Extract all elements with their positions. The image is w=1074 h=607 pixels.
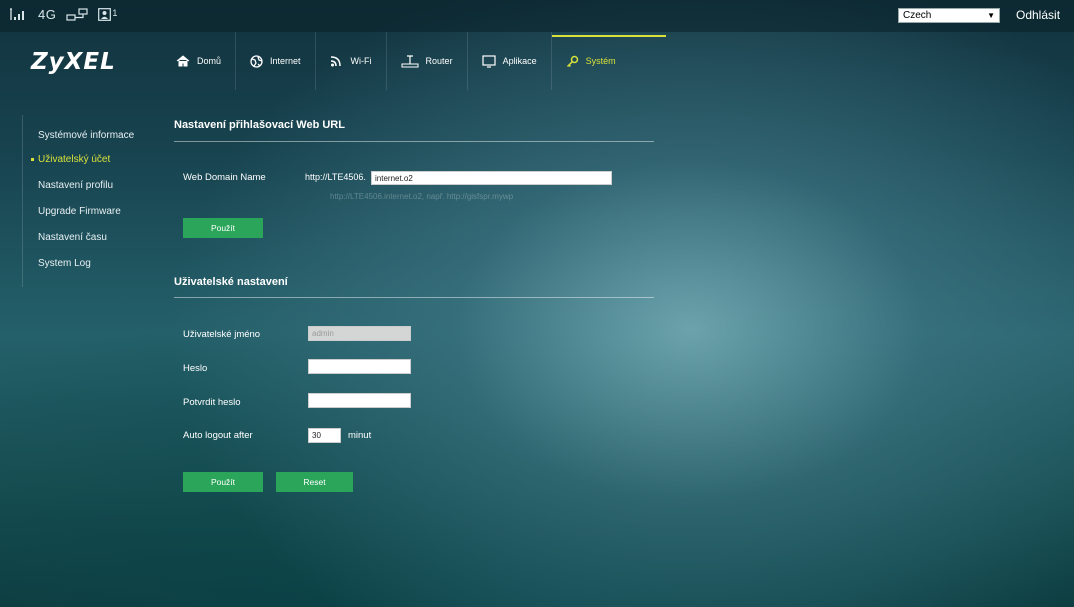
sidebar-item-label: Upgrade Firmware bbox=[38, 206, 121, 217]
web-domain-label: Web Domain Name bbox=[183, 172, 266, 183]
wifi-icon bbox=[330, 55, 344, 67]
user-settings-apply-button[interactable]: Použít bbox=[183, 472, 263, 492]
web-url-section-title: Nastavení přihlašovací Web URL bbox=[174, 119, 345, 131]
nav-internet[interactable]: Internet bbox=[236, 32, 316, 90]
web-domain-prefix: http://LTE4506. bbox=[305, 172, 366, 182]
device-user-icon bbox=[98, 8, 112, 21]
sidebar: Systémové informace Uživatelský účet Nas… bbox=[22, 115, 153, 287]
connected-devices: 1 bbox=[98, 8, 117, 21]
nav-home-label: Domů bbox=[197, 56, 222, 66]
nav-wifi[interactable]: Wi-Fi bbox=[316, 32, 387, 90]
web-domain-input[interactable] bbox=[371, 171, 612, 185]
sidebar-item-profile-settings[interactable]: Nastavení profilu bbox=[38, 180, 113, 191]
section-divider bbox=[174, 141, 654, 142]
sidebar-item-system-log[interactable]: System Log bbox=[38, 258, 91, 269]
password-field[interactable] bbox=[308, 359, 411, 374]
username-label: Uživatelské jméno bbox=[183, 329, 261, 340]
user-settings-reset-button[interactable]: Reset bbox=[276, 472, 353, 492]
nav-router-label: Router bbox=[425, 56, 453, 66]
password-label: Heslo bbox=[183, 363, 208, 374]
sidebar-item-user-account[interactable]: Uživatelský účet bbox=[31, 154, 110, 165]
main-nav: Domů Internet Wi-Fi Router Aplikace Syst… bbox=[162, 32, 666, 90]
confirm-password-field[interactable] bbox=[308, 393, 411, 408]
confirm-password-label: Potvrdit heslo bbox=[183, 397, 241, 408]
nav-internet-label: Internet bbox=[270, 56, 301, 66]
sidebar-item-label: System Log bbox=[38, 258, 91, 269]
sidebar-item-upgrade-firmware[interactable]: Upgrade Firmware bbox=[38, 206, 121, 217]
status-indicators: 4G 1 bbox=[10, 7, 117, 22]
nav-apps-label: Aplikace bbox=[502, 56, 537, 66]
network-type-label: 4G bbox=[38, 7, 57, 22]
nav-wifi-label: Wi-Fi bbox=[350, 56, 372, 66]
main-navbar: ZyXEL Domů Internet Wi-Fi Router Aplikac… bbox=[0, 32, 1074, 90]
sidebar-item-label: Uživatelský účet bbox=[38, 154, 111, 165]
active-indicator bbox=[31, 157, 34, 161]
sidebar-item-label: Nastavení profilu bbox=[38, 180, 114, 191]
language-select-value: Czech bbox=[903, 10, 932, 21]
zyxel-logo: ZyXEL bbox=[31, 49, 116, 75]
username-field bbox=[308, 326, 411, 341]
web-domain-hint: http://LTE4506.internet.o2, např. http:/… bbox=[330, 192, 514, 201]
signal-strength-icon bbox=[10, 8, 28, 21]
lan-connection-icon bbox=[66, 8, 88, 21]
nav-system[interactable]: Systém bbox=[551, 32, 666, 90]
sidebar-item-time-settings[interactable]: Nastavení času bbox=[38, 232, 107, 243]
sidebar-item-system-info[interactable]: Systémové informace bbox=[38, 130, 134, 141]
key-icon bbox=[566, 55, 579, 68]
chevron-down-icon: ▼ bbox=[987, 11, 995, 20]
web-url-apply-button[interactable]: Použít bbox=[183, 218, 263, 238]
nav-system-label: Systém bbox=[585, 56, 616, 66]
auto-logout-minutes-input[interactable] bbox=[308, 428, 341, 443]
router-icon bbox=[401, 54, 419, 68]
auto-logout-label: Auto logout after bbox=[183, 430, 253, 441]
nav-apps[interactable]: Aplikace bbox=[468, 32, 552, 90]
nav-router[interactable]: Router bbox=[387, 32, 468, 90]
monitor-icon bbox=[481, 54, 496, 68]
logout-link[interactable]: Odhlásit bbox=[1016, 8, 1060, 22]
auto-logout-unit: minut bbox=[348, 430, 372, 441]
sidebar-item-label: Nastavení času bbox=[38, 232, 107, 243]
language-select[interactable]: Czech ▼ bbox=[898, 8, 1000, 23]
nav-home[interactable]: Domů bbox=[162, 32, 237, 90]
user-settings-section-title: Uživatelské nastavení bbox=[174, 276, 288, 288]
sidebar-item-label: Systémové informace bbox=[38, 130, 135, 141]
home-icon bbox=[176, 55, 190, 67]
section-divider bbox=[174, 297, 654, 298]
globe-icon bbox=[250, 54, 263, 68]
top-status-bar: 4G 1 Czech ▼ Odhlásit bbox=[0, 0, 1074, 32]
device-count-badge: 1 bbox=[112, 8, 118, 18]
